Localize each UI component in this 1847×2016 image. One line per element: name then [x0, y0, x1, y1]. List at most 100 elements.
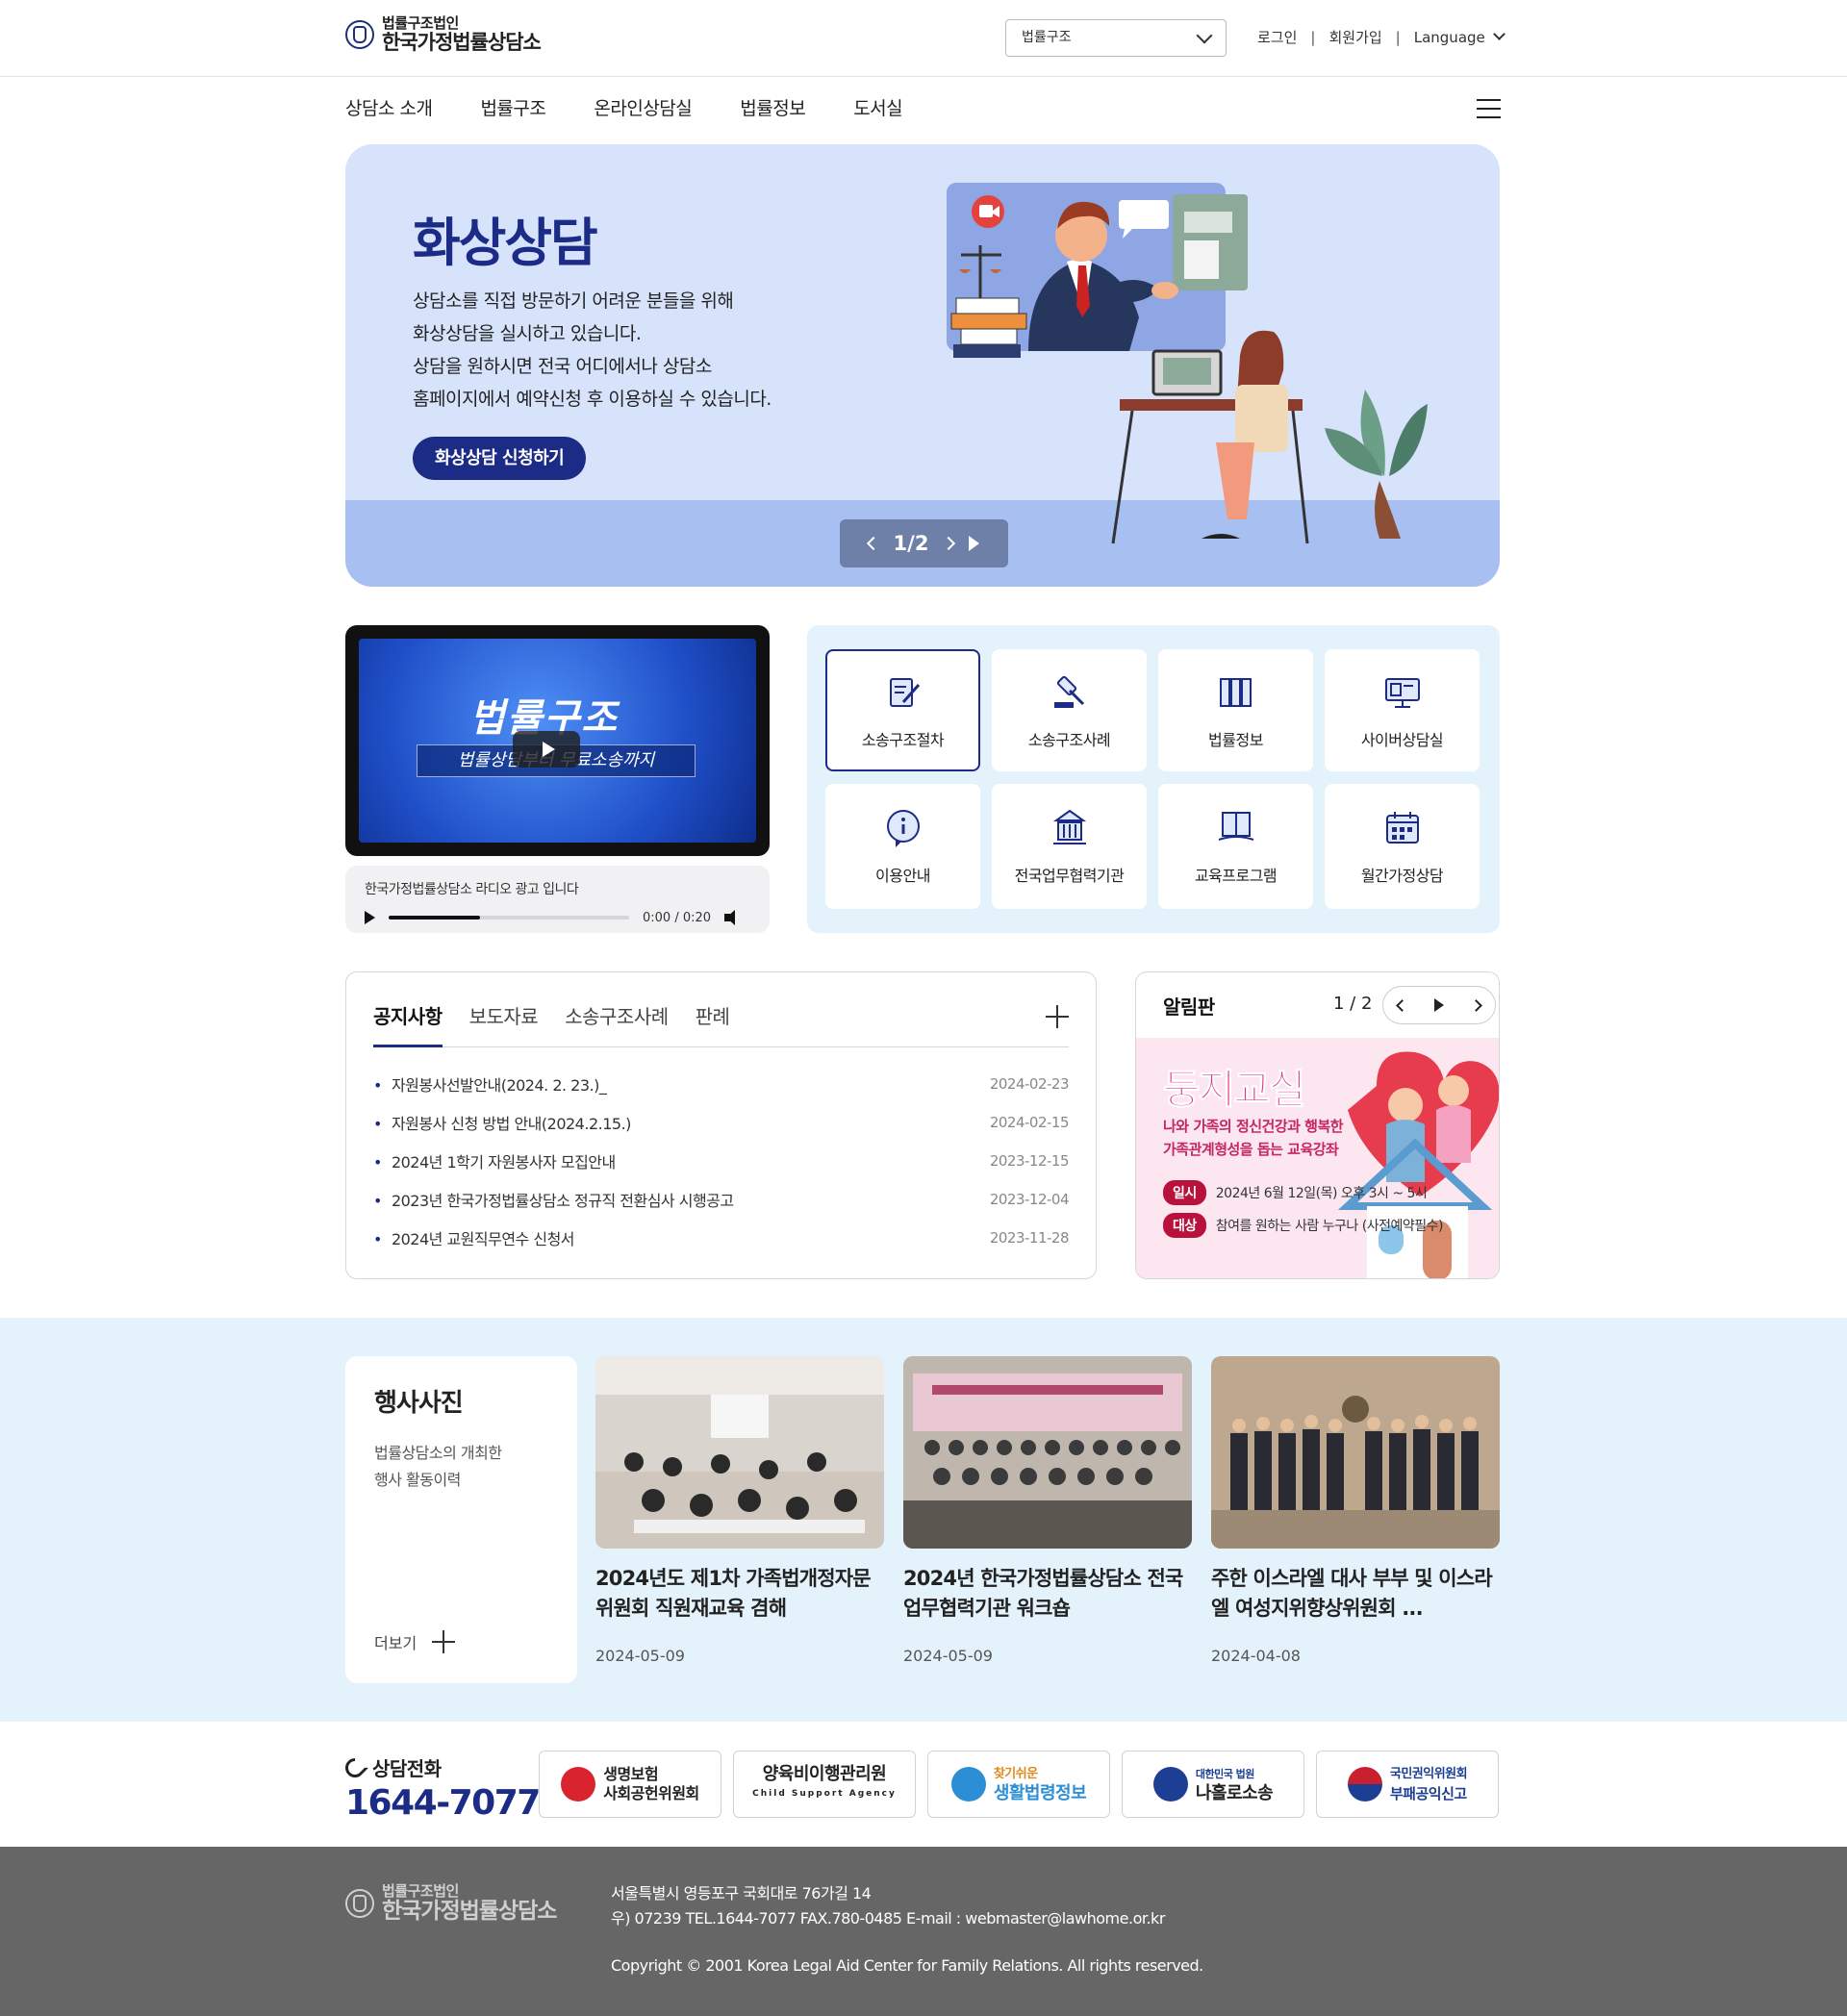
volume-icon[interactable]	[724, 910, 746, 925]
alert-target-tag: 대상	[1163, 1213, 1206, 1238]
partner-line: 양육비이행관리원	[762, 1764, 887, 1784]
alert-title: 알림판	[1163, 995, 1215, 1019]
quick-item-usage-guide[interactable]: 이용안내	[825, 784, 980, 909]
language-select[interactable]: Language	[1414, 27, 1505, 46]
notice-date: 2023-11-28	[989, 1229, 1070, 1247]
partner-link-acrc[interactable]: 국민권익위원회 부패공익신고	[1316, 1751, 1499, 1818]
audio-seek-bar[interactable]	[389, 916, 629, 920]
partner-line: 생활법령정보	[993, 1783, 1087, 1803]
partner-line: Child Support Agency	[752, 1789, 897, 1799]
nav-item-about[interactable]: 상담소 소개	[345, 94, 433, 125]
quick-menu: 소송구조절차 소송구조사례 법률정보 사이버상담실 이용안내 전국업무협력기관 …	[807, 625, 1500, 933]
play-icon[interactable]	[969, 536, 980, 551]
nav-item-library[interactable]: 도서실	[853, 94, 902, 125]
partner-text: 국민권익위원회 부패공익신고	[1389, 1765, 1468, 1803]
partner-text: 생명보험 사회공헌위원회	[603, 1765, 699, 1803]
notice-title: 2024년 교원직무연수 신청서	[373, 1226, 575, 1249]
partner-link-easylaw[interactable]: 찾기쉬운생활법령정보	[927, 1751, 1110, 1818]
gallery-photo	[1211, 1356, 1500, 1549]
quick-item-legal-info[interactable]: 법률정보	[1158, 649, 1313, 771]
login-link[interactable]: 로그인	[1257, 27, 1297, 47]
partner-line: 찾기쉬운	[993, 1767, 1038, 1781]
quick-item-cyber-counsel[interactable]: 사이버상담실	[1325, 649, 1480, 771]
divider: |	[1395, 28, 1401, 46]
partner-line: 부패공익신고	[1389, 1785, 1467, 1802]
site-select-dropdown[interactable]: 법률구조	[1005, 19, 1227, 57]
site-footer: 법률구조법인 한국가정법률상담소 서울특별시 영등포구 국회대로 76가길 14…	[0, 1847, 1847, 2016]
gallery-more-link[interactable]: 더보기	[374, 1630, 456, 1653]
logo-text: 법률구조법인 한국가정법률상담소	[382, 15, 542, 54]
logo-emblem-icon	[345, 19, 374, 49]
quick-item-litigation-cases[interactable]: 소송구조사례	[992, 649, 1147, 771]
delegation-photo	[1211, 1356, 1500, 1549]
list-item[interactable]: 2024년 교원직무연수 신청서 2023-11-28	[373, 1219, 1070, 1257]
chevron-left-icon[interactable]	[866, 536, 880, 551]
hero-description: 상담소를 직접 방문하기 어려운 분들을 위해 화상상담을 실시하고 있습니다.…	[413, 285, 772, 416]
site-header: 법률구조법인 한국가정법률상담소 법률구조 로그인 | 회원가입 | Langu…	[0, 0, 1847, 77]
gallery-description-line: 행사 활동이력	[374, 1471, 461, 1489]
monitor-icon	[1384, 677, 1420, 708]
signup-link[interactable]: 회원가입	[1328, 27, 1381, 47]
gallery-photo	[903, 1356, 1192, 1549]
quick-item-partner-institutions[interactable]: 전국업무협력기관	[992, 784, 1147, 909]
partner-link-child-support[interactable]: 양육비이행관리원 Child Support Agency	[733, 1751, 916, 1818]
footer-logo-subtitle: 법률구조법인	[382, 1882, 459, 1900]
plus-icon[interactable]	[1046, 1005, 1069, 1028]
tab-precedents[interactable]: 판례	[696, 1001, 730, 1047]
nav-item-legal-aid[interactable]: 법률구조	[480, 94, 545, 125]
video-counsel-apply-button[interactable]: 화상상담 신청하기	[413, 437, 587, 480]
promo-video-player[interactable]: 법률구조 법률상담부터 무료소송까지	[345, 625, 770, 856]
hero-desc-line: 홈페이지에서 예약신청 후 이용하실 수 있습니다.	[413, 389, 772, 410]
quick-item-education[interactable]: 교육프로그램	[1158, 784, 1313, 909]
gallery-description-line: 법률상담소의 개최한	[374, 1444, 502, 1462]
alert-banner[interactable]: 둥지교실 나와 가족의 정신건강과 행복한 가족관계형성을 돕는 교육강좌 일시…	[1136, 1038, 1499, 1278]
alert-banner-subtitle-line: 가족관계형성을 돕는 교육강좌	[1163, 1141, 1339, 1158]
hero-desc-line: 상담소를 직접 방문하기 어려운 분들을 위해	[413, 290, 734, 312]
site-logo[interactable]: 법률구조법인 한국가정법률상담소	[345, 15, 542, 54]
notice-date: 2024-02-23	[989, 1075, 1070, 1093]
tab-litigation-cases[interactable]: 소송구조사례	[565, 1001, 669, 1047]
partner-links: 생명보험 사회공헌위원회 양육비이행관리원 Child Support Agency…	[539, 1751, 1499, 1818]
nav-item-legal-info[interactable]: 법률정보	[740, 94, 805, 125]
chevron-left-icon[interactable]	[1395, 998, 1408, 1012]
tab-notices[interactable]: 공지사항	[373, 1001, 443, 1047]
video-counsel-illustration	[947, 183, 1428, 544]
gallery-card[interactable]: 2024년 한국가정법률상담소 전국업무협력기관 워크숍 2024-05-09	[903, 1356, 1192, 1665]
notice-title: 2024년 1학기 자원봉사자 모집안내	[373, 1149, 616, 1172]
quick-item-label: 법률정보	[1208, 730, 1263, 749]
alert-datetime-row: 일시 2024년 6월 12일(목) 오후 3시 ~ 5시	[1163, 1180, 1428, 1205]
main-nav: 상담소 소개 법률구조 온라인상담실 법률정보 도서실	[345, 94, 1500, 125]
board-tabs: 공지사항 보도자료 소송구조사례 판례	[373, 992, 1069, 1047]
tab-press[interactable]: 보도자료	[469, 1001, 539, 1047]
video-play-button[interactable]	[513, 731, 580, 768]
list-item[interactable]: 2024년 1학기 자원봉사자 모집안내 2023-12-15	[373, 1142, 1070, 1180]
notice-date: 2024-02-15	[989, 1114, 1070, 1131]
phone-number[interactable]: 1644-7077	[345, 1783, 541, 1823]
menu-icon[interactable]	[1477, 99, 1501, 118]
quick-item-monthly-magazine[interactable]: 월간가정상담	[1325, 784, 1480, 909]
gallery-photo	[595, 1356, 884, 1549]
quick-item-litigation-procedure[interactable]: 소송구조절차	[825, 649, 980, 771]
phone-label-text: 상담전화	[372, 1757, 442, 1780]
list-item[interactable]: 자원봉사 신청 방법 안내(2024.2.15.) 2024-02-15	[373, 1103, 1070, 1142]
notice-date: 2023-12-04	[989, 1191, 1070, 1208]
list-item[interactable]: 자원봉사선발안내(2024. 2. 23.)_ 2024-02-23	[373, 1065, 1070, 1103]
partner-link-life-insurance[interactable]: 생명보험 사회공헌위원회	[539, 1751, 721, 1818]
building-icon	[1052, 809, 1086, 844]
gallery-card[interactable]: 주한 이스라엘 대사 부부 및 이스라엘 여성지위향상위원회 ... 2024-…	[1211, 1356, 1500, 1665]
nav-item-online-counsel[interactable]: 온라인상담실	[594, 94, 692, 125]
plus-icon	[432, 1630, 456, 1653]
counsel-phone: 상담전화 1644-7077	[341, 1753, 541, 1823]
list-item[interactable]: 2023년 한국가정법률상담소 정규직 전환심사 시행공고 2023-12-04	[373, 1180, 1070, 1219]
partner-line: 생명보험	[603, 1765, 659, 1783]
radio-ad-audio-player: 한국가정법률상담소 라디오 광고 입니다 0:00 / 0:20	[345, 866, 770, 933]
chevron-right-icon[interactable]	[942, 536, 956, 551]
chevron-right-icon[interactable]	[1470, 998, 1483, 1012]
gallery-card[interactable]: 2024년도 제1차 가족법개정자문위원회 직원재교육 겸해 2024-05-0…	[595, 1356, 884, 1665]
utility-menu: 로그인 | 회원가입 | Language	[1257, 27, 1505, 47]
partner-link-pro-se[interactable]: 대한민국 법원 나홀로소송	[1122, 1751, 1304, 1818]
play-icon[interactable]	[365, 911, 375, 924]
audio-progress	[389, 916, 480, 920]
footer-address: 서울특별시 영등포구 국회대로 76가길 14	[611, 1884, 872, 1903]
play-icon[interactable]	[1433, 998, 1444, 1012]
